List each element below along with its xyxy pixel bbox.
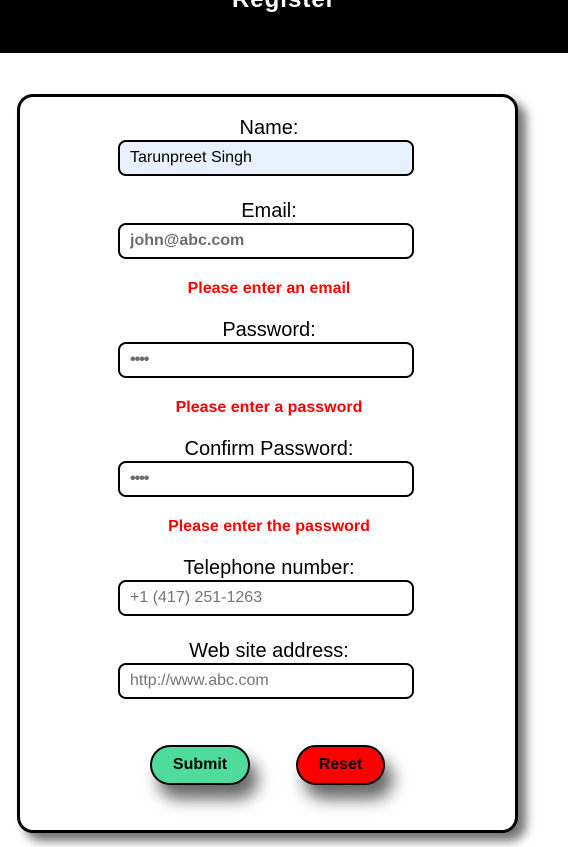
website-label: Web site address: (189, 640, 349, 662)
reset-button[interactable]: Reset (296, 745, 385, 785)
register-form: Name: Email: Please enter an email Passw… (17, 94, 518, 833)
page-header: Register (0, 0, 568, 53)
name-input[interactable] (118, 140, 414, 176)
confirm-password-input[interactable] (118, 461, 414, 497)
telephone-input[interactable] (118, 580, 414, 616)
email-label: Email: (241, 200, 297, 222)
page-title: Register (0, 0, 568, 14)
telephone-label: Telephone number: (183, 557, 355, 579)
name-label: Name: (239, 117, 299, 139)
password-label: Password: (222, 319, 316, 341)
password-error: Please enter a password (175, 399, 363, 416)
submit-button[interactable]: Submit (150, 745, 250, 785)
email-input[interactable] (118, 223, 414, 259)
confirm-password-label: Confirm Password: (184, 438, 354, 460)
email-error: Please enter an email (187, 280, 351, 297)
website-input[interactable] (118, 663, 414, 699)
confirm-password-error: Please enter the password (168, 518, 370, 535)
password-input[interactable] (118, 342, 414, 378)
